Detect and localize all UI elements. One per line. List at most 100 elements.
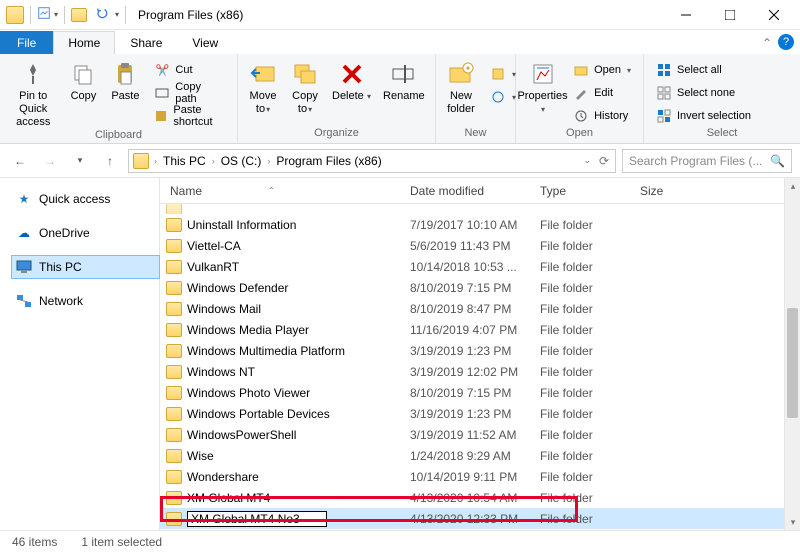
paste-shortcut-button[interactable]: Paste shortcut (152, 106, 227, 126)
col-date[interactable]: Date modified (410, 184, 540, 198)
table-row[interactable]: Uninstall Information7/19/2017 10:10 AMF… (160, 214, 800, 235)
file-type: File folder (540, 281, 640, 295)
scroll-up-icon[interactable]: ▴ (785, 178, 800, 194)
select-none-button[interactable]: Select none (654, 83, 753, 103)
help-icon[interactable]: ? (778, 34, 794, 50)
table-row[interactable]: Windows Photo Viewer8/10/2019 7:15 PMFil… (160, 382, 800, 403)
file-date: 3/19/2019 12:02 PM (410, 365, 540, 379)
file-name: VulkanRT (187, 260, 239, 274)
qat-properties-icon[interactable] (37, 6, 51, 23)
chevron-right-icon[interactable]: › (211, 156, 216, 166)
move-to-button[interactable]: Move to▾ (242, 56, 284, 116)
star-icon: ★ (16, 191, 32, 207)
addr-dropdown-icon[interactable]: ⌄ (583, 155, 591, 166)
recent-dropdown-icon[interactable]: ▾ (68, 149, 92, 173)
col-name[interactable]: Name⌃ (160, 184, 410, 198)
cut-button[interactable]: ✂️Cut (152, 60, 227, 80)
table-row[interactable]: VulkanRT10/14/2018 10:53 ...File folder (160, 256, 800, 277)
table-row[interactable] (160, 204, 800, 214)
back-button[interactable]: ← (8, 149, 32, 173)
sidebar-item-thispc[interactable]: This PC (12, 256, 159, 278)
table-row[interactable]: Wise1/24/2018 9:29 AMFile folder (160, 445, 800, 466)
scroll-thumb[interactable] (787, 308, 798, 418)
folder-icon (166, 512, 182, 526)
edit-button[interactable]: Edit (571, 83, 633, 103)
table-row[interactable]: Windows Multimedia Platform3/19/2019 1:2… (160, 340, 800, 361)
new-item-icon (490, 66, 506, 82)
file-name: Uninstall Information (187, 218, 296, 232)
minimize-button[interactable] (664, 0, 708, 30)
table-row[interactable]: Windows NT3/19/2019 12:02 PMFile folder (160, 361, 800, 382)
table-row[interactable]: XM Global MT4 No24/13/2020 12:04 PMFile … (160, 529, 800, 530)
scroll-down-icon[interactable]: ▾ (785, 514, 800, 530)
qat-menu-dropdown-icon[interactable]: ▾ (115, 10, 119, 19)
sidebar-item-onedrive[interactable]: ☁OneDrive (12, 222, 159, 244)
chevron-right-icon[interactable]: › (153, 156, 158, 166)
forward-button[interactable]: → (38, 149, 62, 173)
new-item-button[interactable]: ▾ (488, 64, 518, 84)
copy-button[interactable]: Copy (62, 56, 104, 103)
copy-path-button[interactable]: Copy path (152, 83, 227, 103)
file-date: 7/19/2017 10:10 AM (410, 218, 540, 232)
easy-access-button[interactable]: ▾ (488, 87, 518, 107)
delete-button[interactable]: Delete ▾ (326, 56, 377, 103)
maximize-button[interactable] (708, 0, 752, 30)
open-button[interactable]: Open ▾ (571, 60, 633, 80)
folder-icon (166, 344, 182, 358)
chevron-right-icon[interactable]: › (266, 156, 271, 166)
addr-folder-icon (133, 153, 149, 169)
divider (125, 6, 126, 24)
up-button[interactable]: ↑ (98, 149, 122, 173)
sidebar-item-quick-access[interactable]: ★Quick access (12, 188, 159, 210)
folder-icon (166, 323, 182, 337)
scrollbar[interactable]: ▴ ▾ (784, 178, 800, 530)
col-size[interactable]: Size (640, 184, 800, 198)
new-folder-icon: ✦ (447, 60, 475, 88)
collapse-ribbon-icon[interactable]: ⌃ (762, 36, 772, 50)
folder-icon (166, 428, 182, 442)
table-row[interactable]: Windows Media Player11/16/2019 4:07 PMFi… (160, 319, 800, 340)
col-type[interactable]: Type (540, 184, 640, 198)
folder-icon (166, 239, 182, 253)
refresh-icon[interactable]: ⟳ (599, 154, 609, 168)
table-row[interactable]: XM Global MT44/13/2020 10:54 AMFile fold… (160, 487, 800, 508)
rename-input[interactable]: XM Global MT4 No3 (187, 511, 327, 527)
select-all-button[interactable]: Select all (654, 60, 753, 80)
rename-button[interactable]: Rename (377, 56, 431, 103)
pin-icon (19, 60, 47, 88)
file-type: File folder (540, 491, 640, 505)
crumb-thispc[interactable]: This PC (160, 154, 209, 168)
edit-icon (573, 85, 589, 101)
qat-newfolder-icon[interactable] (71, 8, 87, 22)
address-bar[interactable]: › This PC › OS (C:) › Program Files (x86… (128, 149, 616, 173)
file-list[interactable]: Uninstall Information 7/19/2017 10:10 AM F… (160, 204, 800, 530)
group-clipboard: Pin to Quick access Copy Paste ✂️Cut Cop… (0, 54, 238, 143)
sidebar-item-network[interactable]: Network (12, 290, 159, 312)
crumb-os[interactable]: OS (C:) (218, 154, 265, 168)
table-row[interactable]: Windows Portable Devices3/19/2019 1:23 P… (160, 403, 800, 424)
qat-dropdown-icon[interactable]: ▾ (54, 10, 58, 19)
search-input[interactable]: Search Program Files (... 🔍 (622, 149, 792, 173)
table-row[interactable]: Windows Defender8/10/2019 7:15 PMFile fo… (160, 277, 800, 298)
properties-button[interactable]: Properties ▾ (520, 56, 565, 116)
table-row[interactable]: WindowsPowerShell3/19/2019 11:52 AMFile … (160, 424, 800, 445)
table-row[interactable]: Windows Mail8/10/2019 8:47 PMFile folder (160, 298, 800, 319)
history-button[interactable]: History (571, 106, 633, 126)
svg-text:✦: ✦ (465, 64, 472, 73)
invert-selection-button[interactable]: Invert selection (654, 106, 753, 126)
paste-button[interactable]: Paste (104, 56, 146, 103)
group-organize: Move to▾ Copy to▾ Delete ▾ Rename Organi… (238, 54, 436, 143)
table-row[interactable]: XM Global MT4 No34/13/2020 12:33 PMFile … (160, 508, 800, 529)
new-folder-button[interactable]: ✦ New folder (440, 56, 482, 116)
crumb-pf[interactable]: Program Files (x86) (273, 154, 384, 168)
table-row[interactable]: Wondershare10/14/2019 9:11 PMFile folder (160, 466, 800, 487)
tab-home[interactable]: Home (53, 31, 115, 54)
copy-to-button[interactable]: Copy to▾ (284, 56, 326, 116)
table-row[interactable]: Viettel-CA5/6/2019 11:43 PMFile folder (160, 235, 800, 256)
undo-icon[interactable] (95, 6, 109, 23)
tab-view[interactable]: View (177, 31, 233, 54)
close-button[interactable] (752, 0, 796, 30)
tab-share[interactable]: Share (115, 31, 177, 54)
pin-to-quick-access-button[interactable]: Pin to Quick access (4, 56, 62, 129)
tab-file[interactable]: File (0, 31, 53, 54)
